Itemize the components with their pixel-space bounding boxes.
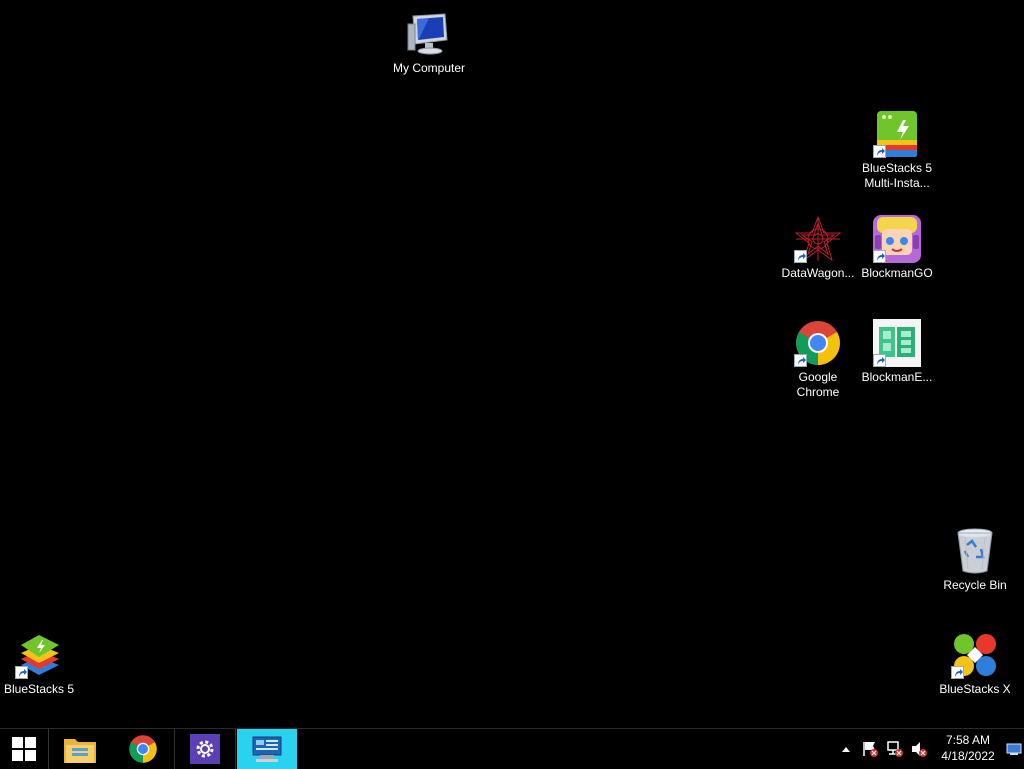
chevron-up-icon	[842, 747, 850, 752]
chrome-icon	[129, 735, 157, 763]
shortcut-arrow-icon	[873, 145, 886, 158]
bluestacks5-shortcut[interactable]: BlueStacks 5	[0, 631, 78, 697]
bluestacks-multi-instance-label: BlueStacks 5 Multi-Insta...	[861, 161, 933, 190]
taskbar-separator	[235, 729, 236, 769]
blockmaneditor-icon	[873, 319, 921, 367]
chrome-icon	[794, 319, 842, 367]
shortcut-arrow-icon	[873, 250, 886, 263]
action-center-tray-button[interactable]	[858, 729, 882, 769]
shortcut-arrow-icon	[873, 354, 886, 367]
taskbar-separator	[174, 729, 175, 769]
blockmaneditor-label: BlockmanE...	[861, 370, 933, 384]
clock-time: 7:58 AM	[945, 733, 991, 747]
blockmango-label: BlockmanGO	[861, 266, 933, 280]
datawagon-icon	[794, 215, 842, 263]
bluestacks5-label: BlueStacks 5	[3, 682, 75, 696]
notification-icon	[1006, 743, 1022, 755]
server-manager-taskbar-button[interactable]	[237, 729, 297, 769]
file-explorer-button[interactable]	[52, 729, 108, 769]
bluestacksx-shortcut[interactable]: BlueStacks X	[936, 631, 1014, 697]
blockmango-shortcut[interactable]: BlockmanGO	[858, 215, 936, 281]
folder-icon	[64, 739, 96, 763]
network-icon	[887, 741, 903, 757]
flag-icon	[863, 742, 878, 757]
bluestacksx-icon	[951, 631, 999, 679]
recycle-bin-icon	[951, 527, 999, 575]
clock-date: 4/18/2022	[941, 749, 995, 763]
bluestacksx-label: BlueStacks X	[939, 682, 1011, 696]
chrome-taskbar-button[interactable]	[114, 729, 172, 769]
start-button[interactable]	[0, 729, 48, 769]
shortcut-arrow-icon	[15, 666, 28, 679]
my-computer-label: My Computer	[392, 61, 466, 75]
recycle-bin-label: Recycle Bin	[943, 578, 1007, 592]
shortcut-arrow-icon	[794, 250, 807, 263]
shortcut-arrow-icon	[951, 666, 964, 679]
computer-icon	[405, 10, 453, 58]
show-hidden-icons-button[interactable]	[836, 729, 856, 769]
settings-taskbar-button[interactable]	[176, 729, 234, 769]
network-tray-button[interactable]	[883, 729, 907, 769]
datawagon-shortcut[interactable]: DataWagon...	[779, 215, 857, 281]
blockmaneditor-shortcut[interactable]: BlockmanE...	[858, 319, 936, 385]
google-chrome-label: Google Chrome	[796, 370, 840, 399]
windows-logo-icon	[12, 737, 36, 761]
desktop: My Computer BlueStacks 5 Multi-Insta...	[0, 0, 1024, 728]
server-manager-icon	[252, 736, 282, 762]
volume-tray-button[interactable]	[907, 729, 931, 769]
speaker-muted-icon	[912, 742, 927, 757]
blockmango-icon	[873, 215, 921, 263]
bluestacks5-icon	[15, 631, 63, 679]
shortcut-arrow-icon	[794, 354, 807, 367]
taskbar-separator	[48, 729, 49, 769]
my-computer-shortcut[interactable]: My Computer	[390, 10, 468, 76]
taskbar: 7:58 AM 4/18/2022	[0, 728, 1024, 769]
google-chrome-shortcut[interactable]: Google Chrome	[779, 319, 857, 400]
bluestacks-multi-instance-shortcut[interactable]: BlueStacks 5 Multi-Insta...	[858, 110, 936, 191]
show-desktop-button[interactable]	[1004, 729, 1024, 769]
recycle-bin-shortcut[interactable]: Recycle Bin	[936, 527, 1014, 593]
settings-icon	[190, 734, 220, 764]
datawagon-label: DataWagon...	[781, 266, 855, 280]
bluestacks-multi-instance-icon	[873, 110, 921, 158]
clock[interactable]: 7:58 AM 4/18/2022	[936, 732, 1000, 764]
